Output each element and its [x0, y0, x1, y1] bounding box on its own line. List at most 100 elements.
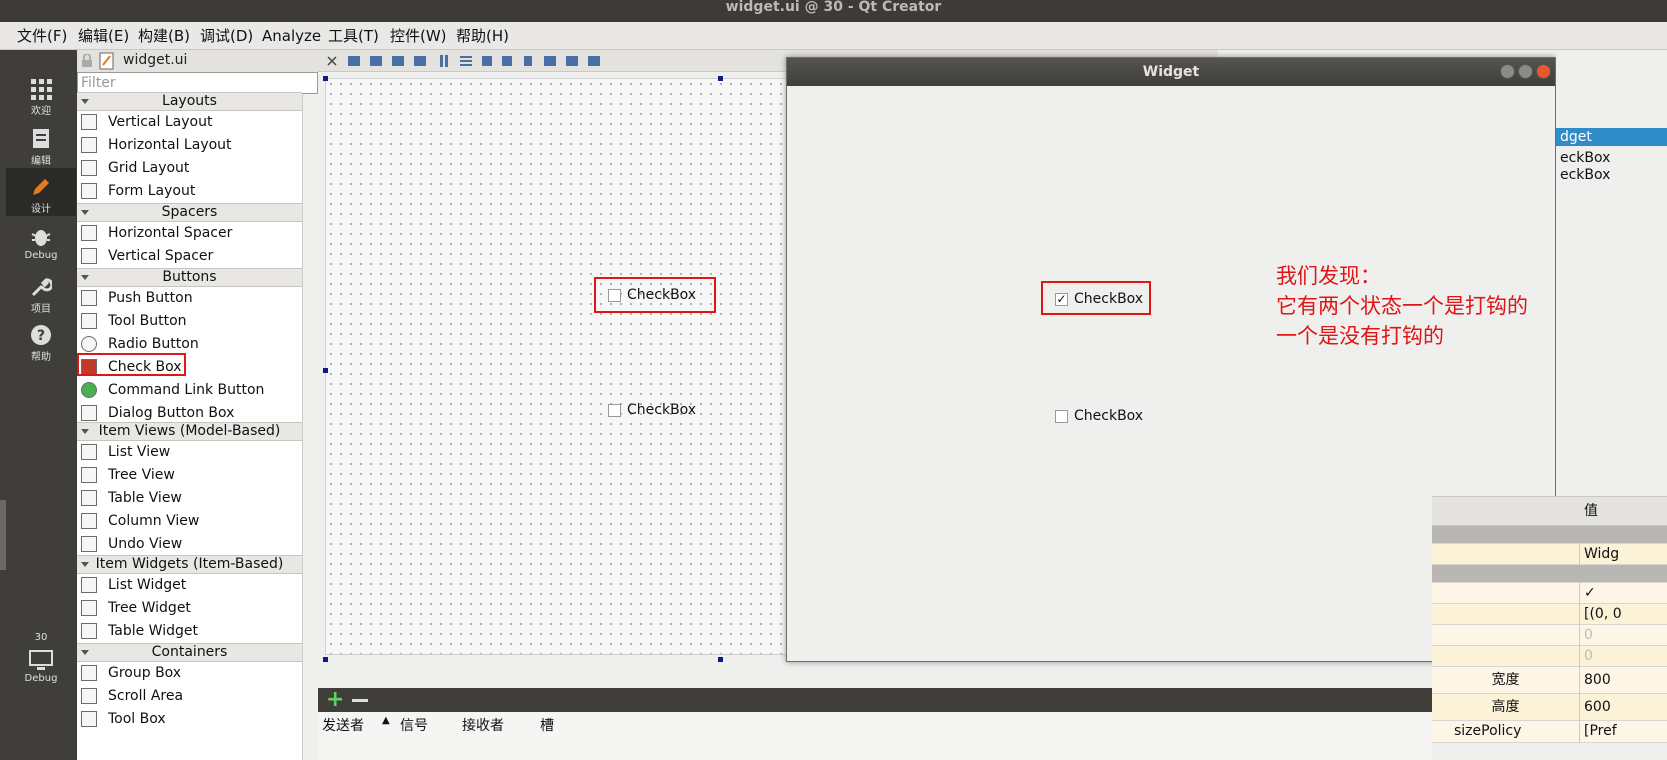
close-icon[interactable]: [1536, 64, 1551, 79]
widget-item-horizontal-layout[interactable]: Horizontal Layout: [77, 134, 302, 156]
category-item-widgets[interactable]: Item Widgets (Item-Based): [77, 555, 302, 574]
widget-item-radio-button[interactable]: Radio Button: [77, 333, 302, 355]
editor-file-name[interactable]: widget.ui: [123, 52, 187, 68]
widget-item-label: Group Box: [108, 665, 182, 681]
widget-item-scroll-area[interactable]: Scroll Area: [77, 685, 302, 707]
resize-handle[interactable]: [718, 657, 723, 662]
menu-debug[interactable]: 调试(D): [200, 26, 253, 46]
property-value[interactable]: 800: [1584, 667, 1611, 694]
grid-icon: [31, 79, 52, 100]
column-slot[interactable]: 槽: [540, 715, 554, 735]
preview-checkbox-2-label: CheckBox: [1074, 408, 1144, 424]
add-icon[interactable]: +: [326, 688, 344, 712]
resize-handle[interactable]: [323, 368, 328, 373]
property-row-width[interactable]: 宽度 800: [1432, 667, 1667, 694]
widget-item-group-box[interactable]: Group Box: [77, 662, 302, 684]
widget-filter-input[interactable]: Filter: [77, 72, 318, 94]
widget-item-label: Horizontal Spacer: [108, 225, 233, 241]
resize-handle[interactable]: [718, 76, 723, 81]
property-row[interactable]: [(0, 0: [1432, 604, 1667, 625]
property-value[interactable]: ✓: [1584, 583, 1596, 604]
list-widget-icon: [81, 577, 97, 593]
radio-button-icon: [81, 336, 97, 352]
category-item-views[interactable]: Item Views (Model-Based): [77, 422, 302, 441]
widget-item-label: List View: [108, 444, 171, 460]
mode-debug[interactable]: Debug: [6, 218, 76, 266]
menu-tools[interactable]: 工具(T): [328, 26, 379, 46]
annotation-line-1: 我们发现：: [1276, 264, 1381, 288]
pencil-icon: [33, 179, 49, 195]
category-label: Spacers: [161, 204, 218, 220]
widget-item-label: Radio Button: [108, 336, 199, 352]
widget-item-list-view[interactable]: List View: [77, 441, 302, 463]
column-receiver[interactable]: 接收者: [462, 715, 504, 735]
object-row[interactable]: eckBox: [1560, 167, 1610, 184]
widget-item-tree-view[interactable]: Tree View: [77, 464, 302, 486]
property-row-size-policy[interactable]: sizePolicy [Pref: [1432, 721, 1667, 743]
property-row[interactable]: 0: [1432, 646, 1667, 667]
mode-projects[interactable]: 项目: [6, 268, 76, 316]
widget-item-list-widget[interactable]: List Widget: [77, 574, 302, 596]
widget-item-column-view[interactable]: Column View: [77, 510, 302, 532]
widget-item-push-button[interactable]: Push Button: [77, 287, 302, 309]
widget-item-label: Dialog Button Box: [108, 405, 235, 421]
widget-item-undo-view[interactable]: Undo View: [77, 533, 302, 555]
property-key: [1432, 646, 1580, 667]
form-editor-tool-icons[interactable]: [348, 53, 648, 69]
property-row[interactable]: 0: [1432, 625, 1667, 646]
category-containers[interactable]: Containers: [77, 643, 302, 662]
close-icon[interactable]: [326, 55, 338, 67]
widget-item-tool-box[interactable]: Tool Box: [77, 708, 302, 730]
widget-item-table-widget[interactable]: Table Widget: [77, 620, 302, 642]
widget-item-dialog-button-box[interactable]: Dialog Button Box: [77, 402, 302, 424]
column-signal[interactable]: 信号: [400, 715, 428, 735]
widget-box-scrollbar[interactable]: [302, 94, 318, 760]
maximize-icon[interactable]: [1518, 64, 1533, 79]
tree-view-icon: [81, 467, 97, 483]
category-layouts[interactable]: Layouts: [77, 92, 302, 111]
menu-analyze[interactable]: Analyze: [262, 26, 321, 46]
kit-selector[interactable]: 30 Debug: [6, 630, 76, 710]
widget-item-grid-layout[interactable]: Grid Layout: [77, 157, 302, 179]
property-value[interactable]: 600: [1584, 694, 1611, 721]
widget-item-form-layout[interactable]: Form Layout: [77, 180, 302, 202]
property-value: [Pref: [1584, 723, 1617, 739]
resize-handle[interactable]: [323, 657, 328, 662]
widget-item-tool-button[interactable]: Tool Button: [77, 310, 302, 332]
mode-welcome[interactable]: 欢迎: [6, 70, 76, 118]
mode-edit[interactable]: 编辑: [6, 120, 76, 168]
category-label: Item Widgets (Item-Based): [95, 556, 284, 572]
mode-help[interactable]: ? 帮助: [6, 316, 76, 364]
collapse-icon: [81, 429, 89, 434]
remove-icon[interactable]: [352, 699, 368, 702]
category-spacers[interactable]: Spacers: [77, 203, 302, 222]
widget-item-table-view[interactable]: Table View: [77, 487, 302, 509]
property-row[interactable]: Widg: [1432, 544, 1667, 565]
property-row-height[interactable]: 高度 600: [1432, 694, 1667, 721]
widget-item-vertical-spacer[interactable]: Vertical Spacer: [77, 245, 302, 267]
property-editor-header: 值: [1432, 496, 1667, 526]
widget-item-tree-widget[interactable]: Tree Widget: [77, 597, 302, 619]
widget-item-horizontal-spacer[interactable]: Horizontal Spacer: [77, 222, 302, 244]
minimize-icon[interactable]: [1500, 64, 1515, 79]
property-row[interactable]: ✓: [1432, 583, 1667, 604]
grid-layout-icon: [81, 160, 97, 176]
category-buttons[interactable]: Buttons: [77, 268, 302, 287]
object-row[interactable]: eckBox: [1560, 150, 1610, 167]
object-row-selected[interactable]: dget: [1556, 128, 1667, 146]
checkbox-indicator: [608, 404, 621, 417]
menu-build[interactable]: 构建(B): [138, 26, 190, 46]
annotation-line-3: 一个是没有打钩的: [1276, 324, 1444, 348]
menu-controls[interactable]: 控件(W): [390, 26, 447, 46]
category-label: Buttons: [162, 269, 217, 285]
widget-item-vertical-layout[interactable]: Vertical Layout: [77, 111, 302, 133]
menu-file[interactable]: 文件(F): [17, 26, 67, 46]
column-sender[interactable]: 发送者: [322, 715, 364, 735]
mode-design[interactable]: 设计: [6, 168, 76, 216]
menu-help[interactable]: 帮助(H): [456, 26, 509, 46]
menu-edit[interactable]: 编辑(E): [78, 26, 129, 46]
widget-item-command-link-button[interactable]: Command Link Button: [77, 379, 302, 401]
resize-handle[interactable]: [323, 76, 328, 81]
property-key: [1432, 625, 1580, 646]
preview-title-bar: Widget: [787, 58, 1555, 86]
